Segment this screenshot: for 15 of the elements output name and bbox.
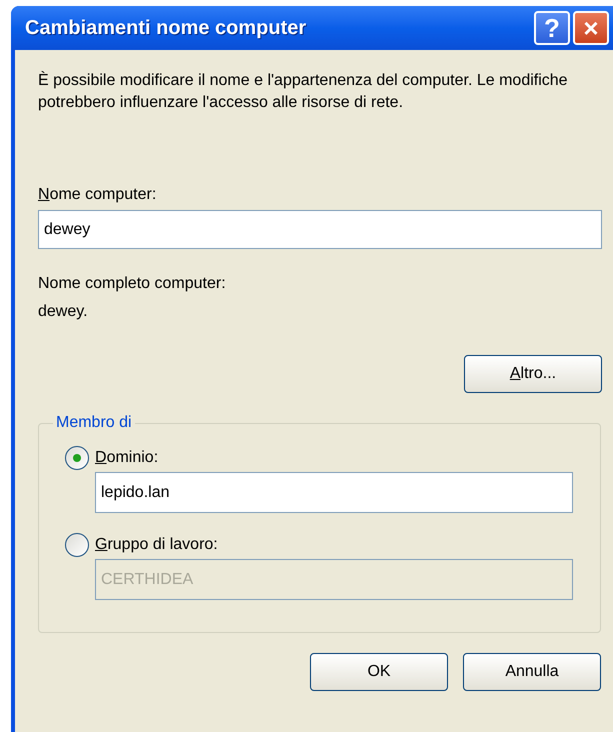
- window-title: Cambiamenti nome computer: [25, 16, 306, 41]
- dialog-button[interactable]: Annulla: [463, 653, 601, 691]
- dialog-button[interactable]: OK: [310, 653, 448, 691]
- radio-button[interactable]: [65, 446, 89, 470]
- field-label: Nome computer:: [38, 185, 156, 205]
- help-button[interactable]: ?: [534, 11, 570, 45]
- more-button[interactable]: Altro...: [464, 355, 602, 393]
- computer-name-field[interactable]: dewey: [38, 210, 602, 249]
- field-label: Nome completo computer:: [38, 274, 226, 294]
- radio-label: Dominio:: [95, 448, 158, 468]
- radio-label: Gruppo di lavoro:: [95, 535, 218, 555]
- full-name-text: dewey.: [38, 302, 89, 322]
- text-field[interactable]: lepido.lan: [95, 472, 573, 513]
- close-button[interactable]: ×: [573, 11, 609, 45]
- description-text: È possibile modificare il nome e l'appartenenza del computer. Le modifiche potrebbero influenzare l'accesso alle risorse di rete.: [38, 70, 569, 113]
